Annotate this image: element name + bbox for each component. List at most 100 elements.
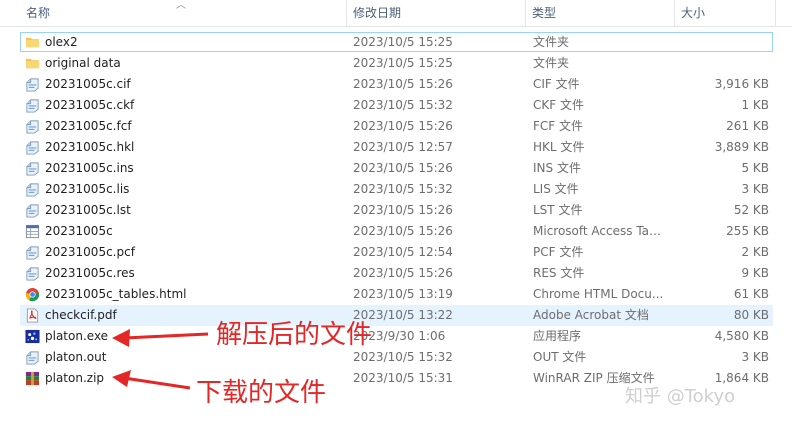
chrome-icon <box>25 287 40 302</box>
file-name[interactable]: 20231005c.lis <box>45 179 345 200</box>
generic-file-icon <box>25 119 40 134</box>
file-type: Microsoft Access Tab... <box>533 224 668 238</box>
file-row[interactable]: 20231005c.ckf 2023/10/5 15:32 CKF 文件 1 KB <box>0 95 792 116</box>
file-size: 9 KB <box>741 266 769 280</box>
sort-ascending-icon: ︿ <box>176 0 186 11</box>
file-type: RES 文件 <box>533 266 585 280</box>
file-size: 3,889 KB <box>714 140 769 154</box>
file-modified-date: 2023/10/5 15:32 <box>353 350 453 364</box>
generic-file-icon <box>25 203 40 218</box>
file-size: 4,580 KB <box>714 329 769 343</box>
column-header-size[interactable]: 大小 <box>675 0 775 26</box>
file-name[interactable]: 20231005c.ins <box>45 158 345 179</box>
folder-icon <box>25 35 40 50</box>
file-modified-date: 2023/9/30 1:06 <box>353 329 446 343</box>
annotation-extracted-files: 解压后的文件 <box>216 320 373 350</box>
file-name[interactable]: 20231005c.pcf <box>45 242 345 263</box>
file-type: FCF 文件 <box>533 119 583 133</box>
file-size: 80 KB <box>733 308 769 322</box>
file-modified-date: 2023/10/5 15:26 <box>353 77 453 91</box>
file-size: 1 KB <box>741 98 769 112</box>
generic-file-icon <box>25 140 40 155</box>
file-row[interactable]: 20231005c.cif 2023/10/5 15:26 CIF 文件 3,916 … <box>0 74 792 95</box>
file-modified-date: 2023/10/5 12:54 <box>353 245 453 259</box>
file-modified-date: 2023/10/5 15:25 <box>353 35 453 49</box>
exe-icon <box>25 329 40 344</box>
file-row[interactable]: 20231005c 2023/10/5 15:26 Microsoft Access… <box>0 221 792 242</box>
file-type: LST 文件 <box>533 203 583 217</box>
file-modified-date: 2023/10/5 15:26 <box>353 161 453 175</box>
file-size: 255 KB <box>726 224 769 238</box>
generic-file-icon <box>25 182 40 197</box>
file-size: 3 KB <box>741 350 769 364</box>
column-header-type[interactable]: 类型 <box>526 0 674 26</box>
file-name[interactable]: original data <box>45 53 345 74</box>
file-modified-date: 2023/10/5 15:32 <box>353 98 453 112</box>
file-name[interactable]: 20231005c_tables.html <box>45 284 345 305</box>
file-type: OUT 文件 <box>533 350 587 364</box>
file-name[interactable]: olex2 <box>45 32 345 53</box>
file-size: 5 KB <box>741 161 769 175</box>
generic-file-icon <box>25 98 40 113</box>
file-row[interactable]: olex2 2023/10/5 15:25 文件夹 <box>0 32 792 53</box>
file-type: LIS 文件 <box>533 182 579 196</box>
file-type: PCF 文件 <box>533 245 584 259</box>
file-modified-date: 2023/10/5 15:32 <box>353 182 453 196</box>
generic-file-icon <box>25 245 40 260</box>
file-type: HKL 文件 <box>533 140 585 154</box>
file-size: 61 KB <box>733 287 769 301</box>
file-row[interactable]: platon.exe 2023/9/30 1:06 应用程序 4,580 KB <box>0 326 792 347</box>
file-type: Chrome HTML Docu... <box>533 287 664 301</box>
file-name[interactable]: 20231005c.cif <box>45 74 345 95</box>
file-type: INS 文件 <box>533 161 581 175</box>
file-size: 3,916 KB <box>714 77 769 91</box>
file-row[interactable]: 20231005c.lis 2023/10/5 15:32 LIS 文件 3 KB <box>0 179 792 200</box>
file-name[interactable]: 20231005c <box>45 221 345 242</box>
file-name[interactable]: 20231005c.res <box>45 263 345 284</box>
file-row[interactable]: 20231005c.ins 2023/10/5 15:26 INS 文件 5 KB <box>0 158 792 179</box>
file-list: olex2 2023/10/5 15:25 文件夹 original data 2023… <box>0 32 792 389</box>
file-type: Adobe Acrobat 文档 <box>533 308 649 322</box>
file-type: 文件夹 <box>533 35 570 49</box>
annotation-downloaded-file: 下载的文件 <box>196 378 327 408</box>
file-name[interactable]: 20231005c.hkl <box>45 137 345 158</box>
file-row[interactable]: 20231005c.lst 2023/10/5 15:26 LST 文件 52 KB <box>0 200 792 221</box>
file-row[interactable]: platon.out 2023/10/5 15:32 OUT 文件 3 KB <box>0 347 792 368</box>
file-size: 52 KB <box>733 203 769 217</box>
file-name[interactable]: 20231005c.fcf <box>45 116 345 137</box>
file-name[interactable]: 20231005c.lst <box>45 200 345 221</box>
file-row[interactable]: 20231005c.res 2023/10/5 15:26 RES 文件 9 KB <box>0 263 792 284</box>
file-size: 2 KB <box>741 245 769 259</box>
file-modified-date: 2023/10/5 15:26 <box>353 119 453 133</box>
file-modified-date: 2023/10/5 15:31 <box>353 371 453 385</box>
generic-file-icon <box>25 161 40 176</box>
file-type: 文件夹 <box>533 56 570 70</box>
column-header-date[interactable]: 修改日期 <box>347 0 525 26</box>
pdf-icon <box>25 308 40 323</box>
file-type: 应用程序 <box>533 329 582 343</box>
file-size: 261 KB <box>726 119 769 133</box>
file-type: CKF 文件 <box>533 98 584 112</box>
file-modified-date: 2023/10/5 12:57 <box>353 140 453 154</box>
file-name[interactable]: 20231005c.ckf <box>45 95 345 116</box>
file-modified-date: 2023/10/5 13:19 <box>353 287 453 301</box>
file-type: CIF 文件 <box>533 77 580 91</box>
file-row[interactable]: 20231005c.pcf 2023/10/5 12:54 PCF 文件 2 KB <box>0 242 792 263</box>
watermark: 知乎 @Tokyo <box>625 386 736 407</box>
file-modified-date: 2023/10/5 15:25 <box>353 56 453 70</box>
generic-file-icon <box>25 77 40 92</box>
file-row[interactable]: 20231005c_tables.html 2023/10/5 13:19 Chro… <box>0 284 792 305</box>
file-row[interactable]: checkcif.pdf 2023/10/5 13:22 Adobe Acrobat… <box>0 305 792 326</box>
column-header-bar: 名称 ︿ 修改日期 类型 大小 <box>0 0 792 27</box>
generic-file-icon <box>25 266 40 281</box>
file-modified-date: 2023/10/5 15:26 <box>353 266 453 280</box>
file-row[interactable]: original data 2023/10/5 15:25 文件夹 <box>0 53 792 74</box>
file-modified-date: 2023/10/5 15:26 <box>353 203 453 217</box>
access-table-icon <box>25 224 40 239</box>
file-modified-date: 2023/10/5 15:26 <box>353 224 453 238</box>
winrar-icon <box>25 371 40 386</box>
folder-icon <box>25 56 40 71</box>
file-row[interactable]: 20231005c.fcf 2023/10/5 15:26 FCF 文件 261 KB <box>0 116 792 137</box>
file-row[interactable]: 20231005c.hkl 2023/10/5 12:57 HKL 文件 3,889 … <box>0 137 792 158</box>
file-modified-date: 2023/10/5 13:22 <box>353 308 453 322</box>
